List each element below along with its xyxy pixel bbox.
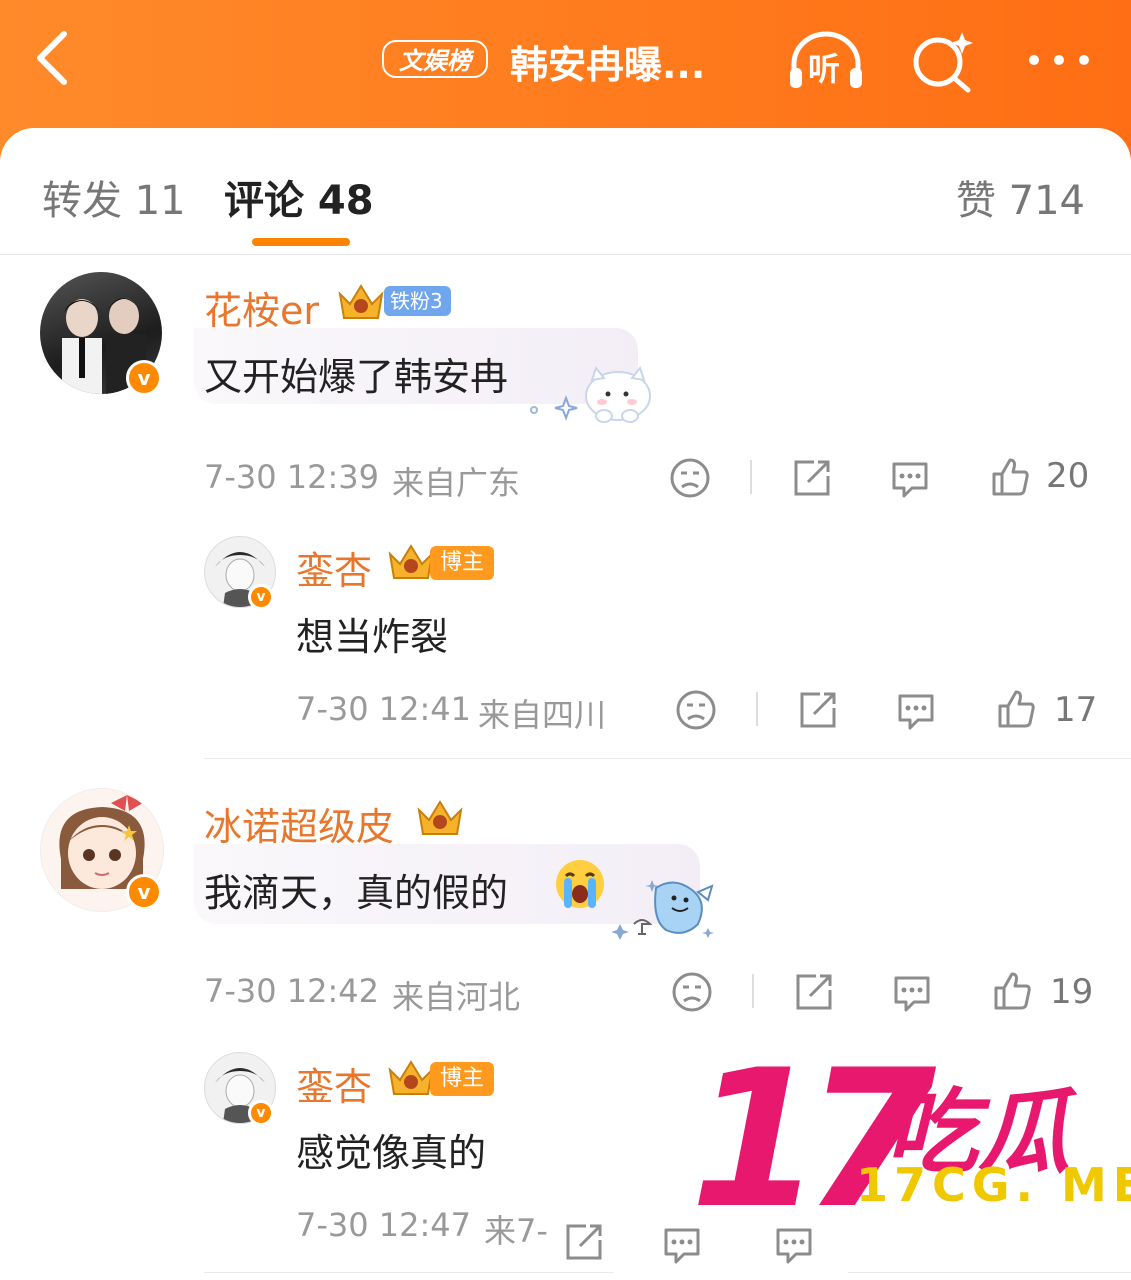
like-icon[interactable]: [988, 454, 1032, 498]
action-separator: [750, 460, 752, 494]
verified-icon: v: [248, 584, 274, 610]
reply-text: 感觉像真的: [296, 1131, 487, 1175]
tab-comment[interactable]: 评论 48: [224, 168, 374, 226]
crown-icon: [417, 800, 463, 835]
comment-location: 来自广东: [392, 464, 521, 502]
comment-time: 7-30 12:42: [204, 972, 380, 1010]
blogger-badge: 博主: [430, 1062, 495, 1096]
sticker-shark-icon: [612, 880, 714, 940]
tab-repost[interactable]: 转发 11: [42, 168, 186, 226]
dislike-icon[interactable]: [668, 456, 712, 500]
reply-location: 来7-: [484, 1212, 548, 1250]
action-separator: [756, 692, 758, 726]
page-title: 韩安冉曝...: [510, 43, 706, 87]
sticker-cat-icon: [530, 366, 651, 423]
like-count: 17: [1054, 690, 1098, 730]
share-icon[interactable]: [562, 1220, 606, 1264]
comment-divider: [204, 1272, 614, 1273]
back-arrow-icon[interactable]: [30, 28, 90, 88]
verified-icon: v: [126, 360, 162, 396]
listen-button[interactable]: 听: [786, 28, 866, 92]
reply-username[interactable]: 銮杏: [296, 540, 372, 595]
comment-time: 7-30 12:39: [204, 458, 380, 496]
share-icon[interactable]: [792, 970, 836, 1014]
like-count: 19: [1050, 972, 1094, 1012]
fan-level-badge: 铁粉3: [384, 286, 451, 316]
comment-text: 我滴天，真的假的: [204, 871, 509, 915]
action-separator: [752, 974, 754, 1008]
reply-username[interactable]: 銮杏: [296, 1056, 372, 1111]
dislike-icon[interactable]: [670, 970, 714, 1014]
reply-icon[interactable]: [894, 688, 938, 732]
verified-icon: v: [126, 874, 162, 910]
like-icon[interactable]: [994, 686, 1038, 730]
reply-location: 来自四川: [478, 696, 607, 734]
crown-icon: [388, 544, 434, 579]
tab-like[interactable]: 赞 714: [956, 168, 1085, 226]
verified-icon: v: [248, 1100, 274, 1126]
tab-bar: 转发 11 评论 48 赞 714: [0, 150, 1131, 255]
blogger-badge: 博主: [430, 546, 495, 580]
comment-text: 又开始爆了韩安冉: [204, 355, 509, 399]
crown-icon: [338, 284, 384, 319]
comment-username[interactable]: 花桉er: [204, 280, 319, 335]
comment-location: 来自河北: [392, 978, 521, 1016]
dislike-icon[interactable]: [674, 688, 718, 732]
watermark-url: 17CG. ME: [856, 1158, 1131, 1212]
like-icon[interactable]: [990, 968, 1034, 1012]
board-tag[interactable]: 文娱榜: [382, 40, 488, 78]
reply-text: 想当炸裂: [296, 615, 449, 659]
reply-icon[interactable]: [888, 456, 932, 500]
reply-time: 7-30 12:41: [296, 690, 472, 728]
reply-time: 7-30 12:47: [296, 1206, 472, 1244]
listen-label: 听: [808, 50, 841, 88]
comment-divider: [204, 758, 1131, 759]
tab-active-indicator: [252, 238, 350, 246]
reply-icon[interactable]: [890, 970, 934, 1014]
like-count: 20: [1046, 456, 1090, 496]
share-icon[interactable]: [790, 456, 834, 500]
share-icon[interactable]: [796, 688, 840, 732]
crown-icon: [388, 1060, 434, 1095]
comment-username[interactable]: 冰诺超级皮: [204, 796, 394, 851]
comment-divider: [848, 1272, 1131, 1273]
crying-emoji-icon: [556, 860, 604, 908]
search-icon[interactable]: [910, 28, 976, 94]
more-icon[interactable]: [1024, 48, 1094, 72]
